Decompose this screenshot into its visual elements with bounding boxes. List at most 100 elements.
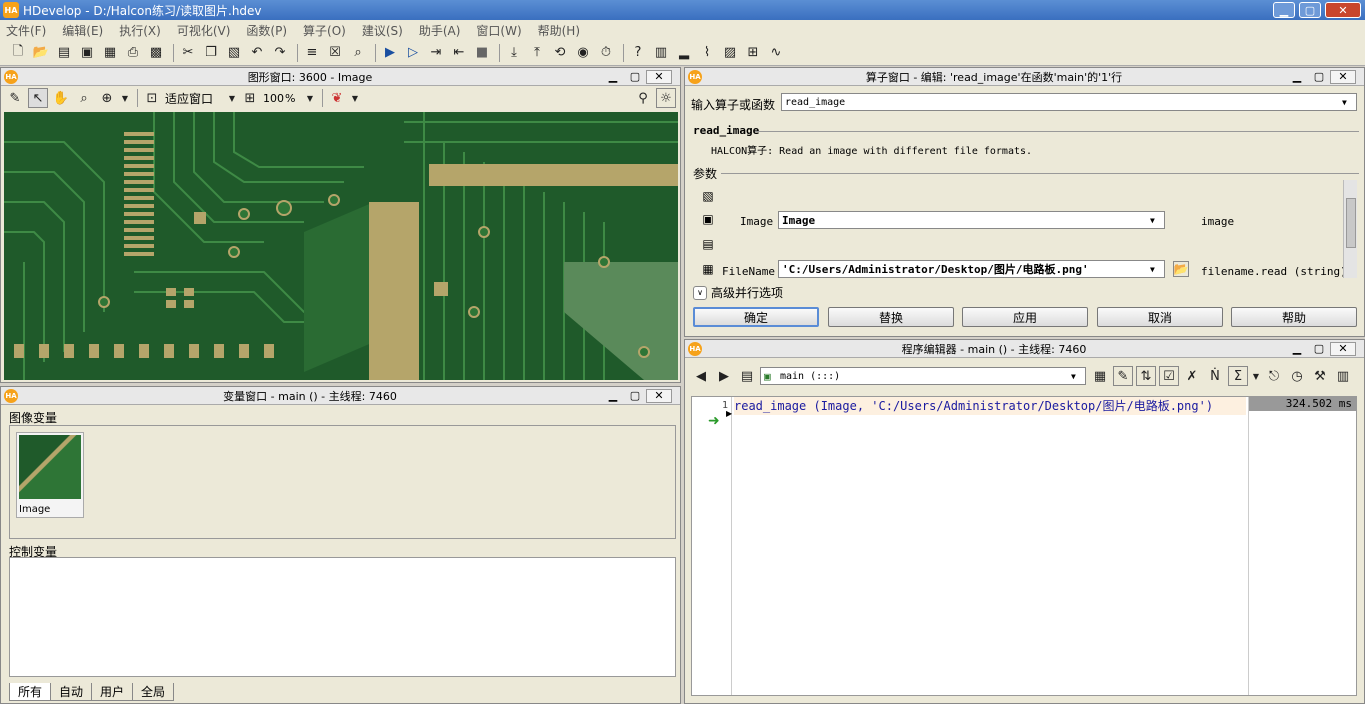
minimize-icon[interactable]: ▁ xyxy=(1286,342,1308,355)
procedure-icon[interactable]: ▤ xyxy=(737,366,757,386)
minimize-icon[interactable]: ▁ xyxy=(602,389,624,402)
chevron-down-icon[interactable]: ▼ xyxy=(1251,366,1261,386)
tab-user[interactable]: 用户 xyxy=(91,683,134,701)
params-scrollbar[interactable] xyxy=(1343,180,1357,278)
param-image-field[interactable]: Image ▼ xyxy=(778,211,1165,229)
open-file-icon[interactable]: 📂 xyxy=(31,43,51,63)
advanced-options[interactable]: ∨ 高级并行选项 xyxy=(693,284,783,301)
maximize-icon[interactable]: ▢ xyxy=(1308,342,1330,355)
menu-operators[interactable]: 算子(O) xyxy=(303,22,346,39)
step-icon[interactable]: ▷ xyxy=(403,43,423,63)
menu-file[interactable]: 文件(F) xyxy=(6,22,46,39)
undo-icon[interactable]: ↶ xyxy=(247,43,267,63)
gray-icon[interactable]: ▨ xyxy=(720,43,740,63)
param-filename-field[interactable]: 'C:/Users/Administrator/Desktop/图片/电路板.p… xyxy=(778,260,1165,278)
deactivate-icon[interactable]: ✗ xyxy=(1182,366,1202,386)
zoom-icon[interactable]: ⌕ xyxy=(74,88,94,108)
fit-window-icon[interactable]: ⊡ xyxy=(142,88,162,108)
scrollbar-thumb[interactable] xyxy=(1346,198,1356,248)
image-display[interactable] xyxy=(4,112,678,380)
close-button[interactable]: ✕ xyxy=(1325,2,1361,18)
minimize-icon[interactable]: ▁ xyxy=(1286,70,1308,83)
step-back-icon[interactable]: ⇤ xyxy=(449,43,469,63)
menu-procedures[interactable]: 函数(P) xyxy=(246,22,287,39)
search-icon[interactable]: ⌕ xyxy=(348,43,368,63)
stop-icon[interactable]: ■ xyxy=(472,43,492,63)
maximize-button[interactable]: ▢ xyxy=(1299,2,1321,18)
edit-icon[interactable]: ✎ xyxy=(5,88,25,108)
pin-icon[interactable]: Ṅ xyxy=(1205,366,1225,386)
check-icon[interactable]: ☑ xyxy=(1159,366,1179,386)
ok-button[interactable]: 确定 xyxy=(693,307,819,327)
step-out-icon[interactable]: ⤒ xyxy=(527,43,547,63)
close-icon[interactable]: ✕ xyxy=(1330,69,1356,84)
minimize-icon[interactable]: ▁ xyxy=(602,70,624,83)
step-into-icon[interactable]: ⤓ xyxy=(504,43,524,63)
edit-procedure-icon[interactable]: ✎ xyxy=(1113,366,1133,386)
image-variable-thumbnail[interactable]: Image xyxy=(16,432,84,518)
close-icon[interactable]: ✕ xyxy=(646,69,672,84)
chevron-down-icon[interactable]: ▼ xyxy=(350,88,360,108)
zoom-in-icon[interactable]: ⊕ xyxy=(97,88,117,108)
forward-arrow-icon[interactable]: ▶ xyxy=(714,366,734,386)
line-profile-icon[interactable]: ⌇ xyxy=(697,43,717,63)
fit-window-label[interactable]: 适应窗口 xyxy=(165,90,227,107)
line-numbers-icon[interactable]: ⇅ xyxy=(1136,366,1156,386)
hand-icon[interactable]: ✋ xyxy=(51,88,71,108)
menu-help[interactable]: 帮助(H) xyxy=(538,22,580,39)
export-icon[interactable]: ▩ xyxy=(146,43,166,63)
feature-icon[interactable]: ⊞ xyxy=(743,43,763,63)
new-file-icon[interactable]: 🗋 xyxy=(8,43,28,63)
inspect-icon[interactable]: ⚲ xyxy=(633,88,653,108)
tab-global[interactable]: 全局 xyxy=(132,683,175,701)
menu-visualization[interactable]: 可视化(V) xyxy=(177,22,231,39)
sigma-icon[interactable]: Σ xyxy=(1228,366,1248,386)
close-icon[interactable]: ✕ xyxy=(646,388,672,403)
procedure-select[interactable]: ▣ main (:::) ▼ xyxy=(760,367,1086,385)
watch-icon[interactable]: ◉ xyxy=(573,43,593,63)
back-arrow-icon[interactable]: ◀ xyxy=(691,366,711,386)
properties-icon[interactable]: ▥ xyxy=(1333,366,1353,386)
help-button[interactable]: 帮助 xyxy=(1231,307,1357,327)
replace-button[interactable]: 替换 xyxy=(828,307,954,327)
color-icon[interactable]: ❦ xyxy=(327,88,347,108)
copy-icon[interactable]: ❐ xyxy=(201,43,221,63)
save-icon[interactable]: ▣ xyxy=(77,43,97,63)
reset-icon[interactable]: ⟲ xyxy=(550,43,570,63)
chevron-down-icon[interactable]: ▼ xyxy=(227,88,237,108)
chevron-down-icon[interactable]: ▼ xyxy=(305,88,315,108)
histogram-icon[interactable]: ▂ xyxy=(674,43,694,63)
maximize-icon[interactable]: ▢ xyxy=(624,389,646,402)
code-line-1[interactable]: read_image (Image, 'C:/Users/Administrat… xyxy=(734,397,1246,415)
clock-icon[interactable]: ◷ xyxy=(1287,366,1307,386)
browse-icon[interactable]: ▤ xyxy=(54,43,74,63)
help-icon[interactable]: ? xyxy=(628,43,648,63)
apply-button[interactable]: 应用 xyxy=(962,307,1088,327)
close-icon[interactable]: ✕ xyxy=(1330,341,1356,356)
save-all-icon[interactable]: ▦ xyxy=(100,43,120,63)
menu-execute[interactable]: 执行(X) xyxy=(119,22,161,39)
run-icon[interactable]: ▶ xyxy=(380,43,400,63)
insert-icon[interactable]: ≡ xyxy=(302,43,322,63)
tab-auto[interactable]: 自动 xyxy=(50,683,93,701)
delete-icon[interactable]: ☒ xyxy=(325,43,345,63)
maximize-icon[interactable]: ▢ xyxy=(624,70,646,83)
chevron-down-icon[interactable]: ▼ xyxy=(120,88,130,108)
pointer-icon[interactable]: ↖ xyxy=(28,88,48,108)
minimize-button[interactable]: ▁ xyxy=(1273,2,1295,18)
cancel-button[interactable]: 取消 xyxy=(1097,307,1223,327)
step-over-icon[interactable]: ⇥ xyxy=(426,43,446,63)
tools-icon[interactable]: ⚒ xyxy=(1310,366,1330,386)
zoom-value[interactable]: 100 xyxy=(263,92,285,105)
paste-icon[interactable]: ▧ xyxy=(224,43,244,63)
timer-icon[interactable]: ⏱ xyxy=(596,43,616,63)
light-icon[interactable]: ☼ xyxy=(656,88,676,108)
open-folder-icon[interactable]: 📂 xyxy=(1173,261,1189,277)
code-area[interactable]: 1 ➜ ▶ read_image (Image, 'C:/Users/Admin… xyxy=(691,396,1357,696)
tab-all[interactable]: 所有 xyxy=(9,683,52,701)
calendar-icon[interactable]: ▦ xyxy=(1090,366,1110,386)
cut-icon[interactable]: ✂ xyxy=(178,43,198,63)
menu-assistants[interactable]: 助手(A) xyxy=(419,22,461,39)
measure-icon[interactable]: ∿ xyxy=(766,43,786,63)
graph-icon[interactable]: ▥ xyxy=(651,43,671,63)
